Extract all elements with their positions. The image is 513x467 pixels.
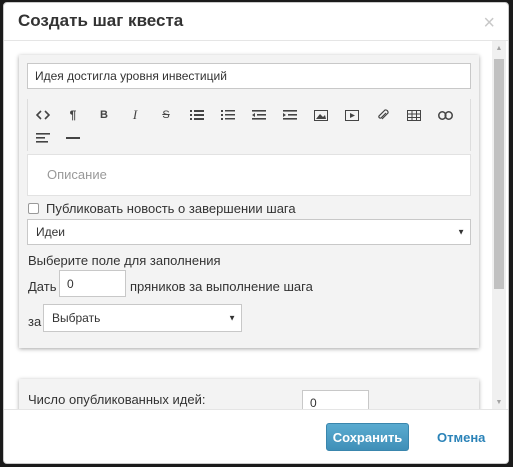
create-quest-step-dialog: Создать шаг квеста × Идея достигла уровн…: [3, 2, 509, 464]
reward-amount-input[interactable]: 0: [59, 270, 126, 297]
for-select[interactable]: Выбрать ▼: [43, 304, 242, 332]
ordered-list-icon[interactable]: [215, 104, 241, 126]
code-view-icon[interactable]: [30, 104, 56, 126]
table-icon[interactable]: [401, 104, 427, 126]
publish-news-row[interactable]: Публиковать новость о завершении шага: [28, 200, 296, 216]
for-selected: Выбрать: [52, 311, 101, 325]
file-attach-icon[interactable]: [370, 104, 396, 126]
scroll-down-icon[interactable]: ▼: [492, 395, 506, 409]
italic-icon[interactable]: I: [122, 104, 148, 126]
scroll-thumb[interactable]: [494, 59, 504, 289]
dialog-footer: Сохранить Отмена: [4, 409, 508, 463]
step-title-input[interactable]: Идея достигла уровня инвестиций: [27, 63, 471, 89]
strikethrough-icon[interactable]: S: [153, 104, 179, 126]
description-placeholder: Описание: [47, 167, 107, 182]
reward-suffix: пряников за выполнение шага: [130, 279, 313, 294]
vertical-scrollbar[interactable]: ▲ ▼: [492, 41, 506, 409]
outdent-icon[interactable]: [246, 104, 272, 126]
video-icon[interactable]: [339, 104, 365, 126]
paragraph-icon[interactable]: ¶: [60, 104, 86, 126]
publish-news-label: Публиковать новость о завершении шага: [46, 200, 296, 216]
indent-icon[interactable]: [277, 104, 303, 126]
chevron-down-icon: ▼: [457, 227, 465, 237]
scroll-up-icon[interactable]: ▲: [492, 41, 506, 55]
scroll-area: Идея достигла уровня инвестиций ¶ B I S: [4, 41, 492, 409]
editor-toolbar: ¶ B I S: [27, 99, 471, 151]
condition-label: Число опубликованных идей:: [28, 392, 206, 407]
bold-icon[interactable]: B: [91, 104, 117, 126]
image-icon[interactable]: [308, 104, 334, 126]
horizontal-rule-icon[interactable]: [60, 127, 86, 149]
cancel-button[interactable]: Отмена: [437, 430, 485, 445]
close-icon[interactable]: ×: [483, 13, 495, 33]
dialog-body: Идея достигла уровня инвестиций ¶ B I S: [4, 41, 508, 409]
category-select[interactable]: Идеи ▼: [27, 219, 471, 245]
dialog-title: Создать шаг квеста: [18, 11, 184, 30]
align-icon[interactable]: [30, 127, 56, 149]
publish-news-checkbox[interactable]: [28, 202, 39, 214]
unordered-list-icon[interactable]: [184, 104, 210, 126]
condition-card: Число опубликованных идей: 0: [19, 379, 479, 409]
field-prompt: Выберите поле для заполнения: [28, 253, 221, 268]
description-editor[interactable]: Описание: [27, 154, 471, 196]
dialog-header: Создать шаг квеста ×: [4, 3, 508, 41]
reward-prefix: Дать: [28, 279, 57, 294]
for-label: за: [28, 314, 42, 329]
condition-value-input[interactable]: 0: [302, 390, 369, 409]
step-card: Идея достигла уровня инвестиций ¶ B I S: [19, 55, 479, 348]
save-button[interactable]: Сохранить: [326, 423, 409, 451]
category-selected: Идеи: [36, 225, 66, 239]
chevron-down-icon: ▼: [228, 313, 236, 323]
link-icon[interactable]: [432, 104, 458, 126]
